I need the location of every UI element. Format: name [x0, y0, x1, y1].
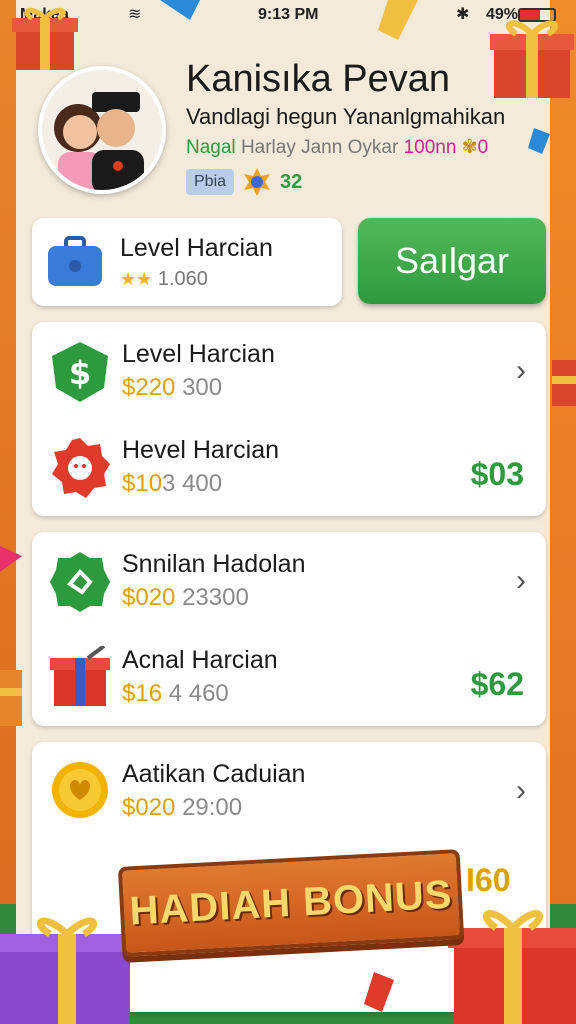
meta-part-4: 0: [477, 137, 489, 158]
gift-box-icon: [448, 910, 576, 1024]
gift-box-icon: [12, 7, 78, 70]
gift-box-icon: [0, 670, 22, 726]
gold-coin-icon: [52, 762, 108, 818]
meta-part-2: Harlay Jann Oykar: [240, 137, 399, 158]
list-item-title: Snnilan Hadolan: [122, 550, 306, 578]
list-item-price[interactable]: $62: [471, 666, 524, 703]
meta-part-3: 100nn: [403, 137, 457, 158]
bonus-side-price: I60: [466, 862, 511, 898]
list-item-amount: $020 23300: [122, 584, 249, 612]
level-card-sub: ★★ 1.060: [120, 268, 208, 291]
level-card-value: 1.060: [157, 268, 208, 290]
list-item-price[interactable]: $03: [471, 456, 524, 493]
list-item-amount: $220 300: [122, 374, 222, 402]
list-item[interactable]: $ Level Harcian $220 300 ›: [32, 322, 546, 418]
bonus-banner[interactable]: HADIAH BONUS: [117, 849, 465, 957]
wifi-icon: ≋: [128, 6, 142, 23]
list-item-amount: $103 400: [122, 470, 222, 498]
amount-main: $16: [122, 680, 163, 707]
chevron-right-icon[interactable]: ›: [516, 774, 526, 808]
amount-alt: 4 460: [168, 680, 229, 707]
list-item-title: Aatikan Caduian: [122, 760, 306, 788]
list-group-1: $ Level Harcian $220 300 › Hevel Harcian…: [32, 322, 546, 516]
meta-part-1: Nagal: [186, 137, 236, 158]
couple-avatar-icon: [42, 70, 162, 190]
amount-alt: 3 400: [162, 470, 223, 497]
clock: 9:13 PM: [258, 6, 319, 23]
profile-tag[interactable]: Pbia: [186, 169, 235, 195]
bonus-banner-label: HADIAH BONUS: [128, 872, 454, 933]
profile-tags: Pbia 32: [186, 168, 302, 196]
profile-subtitle: Vandlagi hegun Yananlgmahikan: [186, 104, 506, 129]
confetti-decoration: [528, 128, 550, 154]
bluetooth-icon: ✱: [456, 6, 470, 23]
sun-badge-icon: [244, 168, 271, 196]
svg-text:$: $: [69, 354, 91, 392]
confetti-decoration: [160, 0, 200, 20]
amount-alt: 23300: [182, 584, 249, 611]
background-right: [546, 0, 576, 1024]
profile-meta: Nagal Harlay Jann Oykar 100nn ✾0: [186, 136, 488, 159]
list-item-title: Acnal Harcian: [122, 646, 278, 674]
gift-box-icon: [490, 20, 574, 98]
list-item-title: Level Harcian: [122, 340, 275, 368]
amount-main: $020: [122, 794, 176, 821]
save-button[interactable]: Saılgar: [358, 218, 546, 304]
amount-main: $220: [122, 374, 176, 401]
green-badge-icon: [50, 552, 110, 612]
list-item[interactable]: Snnilan Hadolan $020 23300 ›: [32, 532, 546, 628]
amount-alt: 300: [182, 374, 223, 401]
list-item-amount: $16 4 460: [122, 680, 229, 708]
coin-icon: ✾: [461, 137, 478, 158]
amount-main: $020: [122, 584, 176, 611]
amount-main: $10: [122, 470, 163, 497]
level-card-title: Level Harcian: [120, 234, 273, 262]
list-item[interactable]: Aatikan Caduian $020 29:00 ›: [32, 742, 546, 838]
star-icon: ★★: [120, 269, 153, 289]
list-item[interactable]: Acnal Harcian $16 4 460 $62: [32, 628, 546, 724]
gift-box-icon: [50, 646, 110, 706]
red-badge-icon: [52, 438, 110, 498]
confetti-decoration: [0, 546, 22, 572]
confetti-decoration: [378, 0, 418, 40]
tag-count: 32: [280, 170, 303, 193]
dollar-shield-icon: $: [52, 342, 108, 402]
briefcase-icon: [48, 236, 102, 286]
profile-name: Kanisıka Pevan: [186, 58, 451, 100]
amount-alt: 29:00: [182, 794, 243, 821]
chevron-right-icon[interactable]: ›: [516, 564, 526, 598]
level-card[interactable]: Level Harcian ★★ 1.060: [32, 218, 342, 306]
confetti-decoration: [364, 972, 394, 1012]
list-item-title: Hevel Harcian: [122, 436, 280, 464]
chevron-right-icon[interactable]: ›: [516, 354, 526, 388]
gift-box-icon: [0, 917, 140, 1024]
list-item-amount: $020 29:00: [122, 794, 242, 822]
avatar[interactable]: [38, 66, 166, 194]
gift-box-icon: [552, 360, 576, 406]
list-item[interactable]: Hevel Harcian $103 400 $03: [32, 418, 546, 514]
list-group-2: Snnilan Hadolan $020 23300 › Acnal Harci…: [32, 532, 546, 726]
